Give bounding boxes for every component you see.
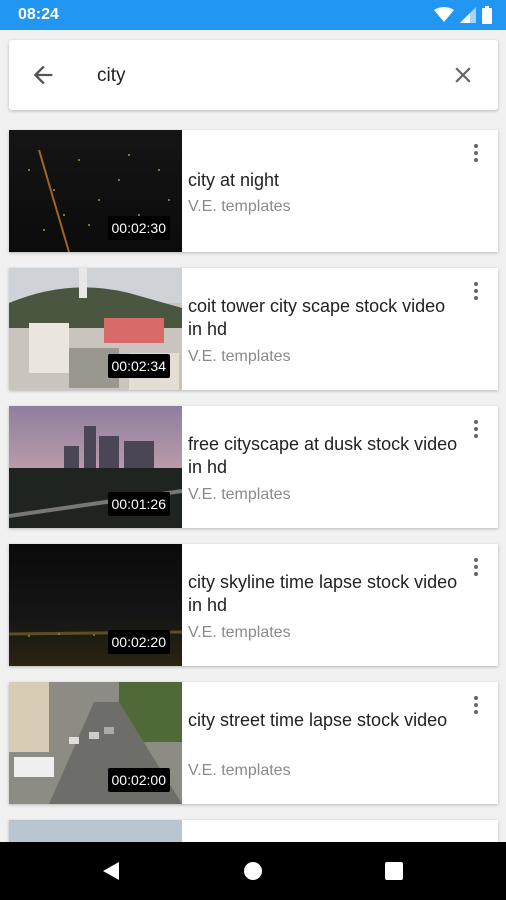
more-options-icon[interactable] [472,420,480,442]
video-thumbnail: 00:02:20 [9,544,182,666]
home-circle-icon[interactable] [242,860,264,882]
video-channel: V.E. templates [188,624,291,641]
video-channel: V.E. templates [188,348,291,365]
search-input[interactable] [97,60,427,92]
more-options-icon[interactable] [472,558,480,580]
result-card[interactable]: 00:02:30 city at night V.E. templates [9,130,498,252]
video-duration: 00:02:20 [107,630,170,654]
status-time: 08:24 [18,6,59,23]
search-bar [9,40,498,110]
battery-icon [482,6,492,24]
video-title: coit tower city scape stock video in hd [188,296,446,339]
result-card[interactable]: 00:02:20 city skyline time lapse stock v… [9,544,498,666]
wifi-icon [434,7,454,22]
video-title: city at night [188,170,280,190]
status-icons [434,6,492,24]
video-thumbnail: 00:02:00 [9,682,182,804]
result-card[interactable]: 00:01:26 free cityscape at dusk stock vi… [9,406,498,528]
recents-square-icon[interactable] [383,860,405,882]
video-duration: 00:02:34 [107,354,170,378]
video-title: city street time lapse stock video [188,710,448,730]
video-channel: V.E. templates [188,198,291,215]
more-options-icon[interactable] [472,144,480,166]
more-options-icon[interactable] [472,282,480,304]
video-thumbnail [9,820,182,842]
more-options-icon[interactable] [472,696,480,718]
result-card[interactable]: 00:02:00 city street time lapse stock vi… [9,682,498,804]
close-icon[interactable] [450,62,476,88]
result-card-partial[interactable] [9,820,498,842]
result-card[interactable]: 00:02:34 coit tower city scape stock vid… [9,268,498,390]
video-thumbnail: 00:02:34 [9,268,182,390]
status-bar: 08:24 [0,0,506,30]
video-duration: 00:02:30 [107,216,170,240]
video-channel: V.E. templates [188,762,291,779]
navigation-bar [0,842,506,900]
signal-icon [460,7,476,23]
video-thumbnail: 00:02:30 [9,130,182,252]
video-channel: V.E. templates [188,486,291,503]
video-thumbnail: 00:01:26 [9,406,182,528]
video-title: city skyline time lapse stock video in h… [188,572,458,615]
video-title: free cityscape at dusk stock video in hd [188,434,458,477]
arrow-left-icon[interactable] [29,61,57,89]
video-duration: 00:01:26 [107,492,170,516]
back-triangle-icon[interactable] [100,860,122,882]
video-duration: 00:02:00 [107,768,170,792]
